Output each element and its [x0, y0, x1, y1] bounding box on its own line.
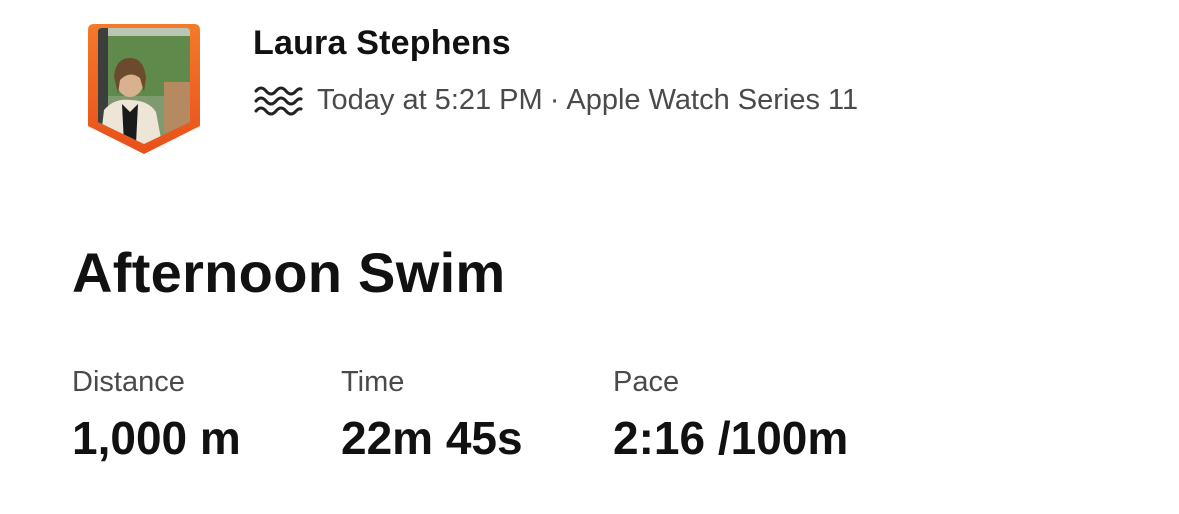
stat-label: Pace: [613, 366, 680, 398]
activity-meta: Today at 5:21 PM · Apple Watch Series 11: [253, 80, 858, 120]
athlete-name[interactable]: Laura Stephens: [253, 24, 511, 63]
meta-separator: ·: [549, 83, 560, 116]
activity-title[interactable]: Afternoon Swim: [72, 240, 506, 305]
activity-meta-text: Today at 5:21 PM · Apple Watch Series 11: [317, 84, 858, 117]
activity-stats: Distance 1,000 m Time 22m 45s Pace 2:16 …: [72, 366, 1072, 486]
stat-value: 2:16 /100m: [613, 412, 849, 464]
athlete-avatar[interactable]: [84, 22, 204, 156]
stat-label: Distance: [72, 366, 185, 398]
stat-time: Time 22m 45s: [341, 366, 523, 465]
stat-value: 22m 45s: [341, 412, 523, 464]
stat-pace: Pace 2:16 /100m: [613, 366, 848, 465]
stat-label: Time: [341, 366, 405, 398]
avatar-image: [88, 24, 200, 154]
swim-waves-icon: [254, 86, 303, 116]
stat-distance: Distance 1,000 m: [72, 366, 241, 465]
activity-device: Apple Watch Series 11: [566, 83, 859, 116]
activity-header: Laura Stephens Today at 5:21 PM · Apple …: [84, 22, 1144, 162]
stat-value: 1,000 m: [72, 412, 241, 464]
activity-time: Today at 5:21 PM: [317, 83, 543, 116]
